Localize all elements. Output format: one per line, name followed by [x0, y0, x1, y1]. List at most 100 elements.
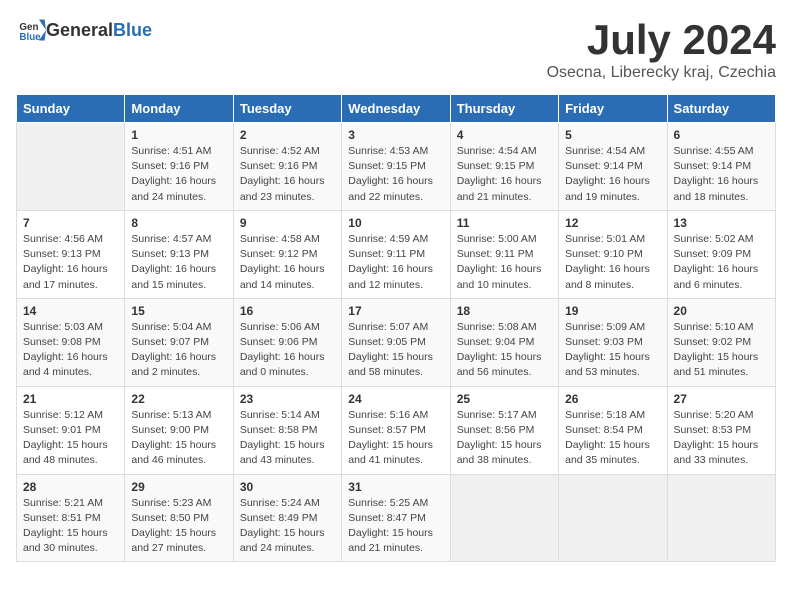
day-number: 27 [674, 392, 769, 406]
calendar-week-row: 7Sunrise: 4:56 AM Sunset: 9:13 PM Daylig… [17, 210, 776, 298]
day-number: 9 [240, 216, 335, 230]
calendar-cell: 31 Sunrise: 5:25 AM Sunset: 8:47 PM Dayli… [342, 474, 450, 562]
page-header: Gen Blue General Blue July 2024 Osecna, L… [16, 16, 776, 90]
day-info: Sunrise: 5:12 AM Sunset: 9:01 PM Dayligh… [23, 408, 118, 469]
day-number: 26 [565, 392, 660, 406]
weekday-header-wednesday: Wednesday [342, 95, 450, 123]
day-number: 24 [348, 392, 443, 406]
calendar-cell: 17 Sunrise: 5:07 AM Sunset: 9:05 PM Dayli… [342, 298, 450, 386]
day-number: 4 [457, 128, 552, 142]
day-info: Sunrise: 5:17 AM Sunset: 8:56 PM Dayligh… [457, 408, 552, 469]
logo-general-text: General [46, 20, 113, 40]
day-number: 17 [348, 304, 443, 318]
weekday-header-sunday: Sunday [17, 95, 125, 123]
calendar-cell [667, 474, 775, 562]
day-number: 22 [131, 392, 226, 406]
calendar-cell: 3Sunrise: 4:53 AM Sunset: 9:15 PM Daylig… [342, 123, 450, 211]
day-info: Sunrise: 4:54 AM Sunset: 9:14 PM Dayligh… [565, 144, 660, 205]
calendar-cell: 23 Sunrise: 5:14 AM Sunset: 8:58 PM Dayli… [233, 386, 341, 474]
day-info: Sunrise: 5:14 AM Sunset: 8:58 PM Dayligh… [240, 408, 335, 469]
day-info: Sunrise: 5:25 AM Sunset: 8:47 PM Dayligh… [348, 496, 443, 557]
calendar-cell: 13 Sunrise: 5:02 AM Sunset: 9:09 PM Dayli… [667, 210, 775, 298]
day-number: 8 [131, 216, 226, 230]
day-info: Sunrise: 4:54 AM Sunset: 9:15 PM Dayligh… [457, 144, 552, 205]
calendar-cell: 24 Sunrise: 5:16 AM Sunset: 8:57 PM Dayli… [342, 386, 450, 474]
day-number: 29 [131, 480, 226, 494]
logo-icon: Gen Blue [18, 16, 46, 44]
calendar-cell [559, 474, 667, 562]
day-number: 15 [131, 304, 226, 318]
day-number: 1 [131, 128, 226, 142]
calendar-cell: 4 Sunrise: 4:54 AM Sunset: 9:15 PM Daylig… [450, 123, 558, 211]
calendar-cell: 21 Sunrise: 5:12 AM Sunset: 9:01 PM Dayli… [17, 386, 125, 474]
calendar-cell: 6 Sunrise: 4:55 AM Sunset: 9:14 PM Daylig… [667, 123, 775, 211]
calendar-cell: 7Sunrise: 4:56 AM Sunset: 9:13 PM Daylig… [17, 210, 125, 298]
day-info: Sunrise: 5:23 AM Sunset: 8:50 PM Dayligh… [131, 496, 226, 557]
weekday-header-monday: Monday [125, 95, 233, 123]
calendar-cell [17, 123, 125, 211]
day-number: 2 [240, 128, 335, 142]
day-number: 19 [565, 304, 660, 318]
day-number: 21 [23, 392, 118, 406]
calendar-cell: 20 Sunrise: 5:10 AM Sunset: 9:02 PM Dayli… [667, 298, 775, 386]
day-number: 23 [240, 392, 335, 406]
calendar-cell: 25 Sunrise: 5:17 AM Sunset: 8:56 PM Dayli… [450, 386, 558, 474]
day-number: 31 [348, 480, 443, 494]
calendar-table: SundayMondayTuesdayWednesdayThursdayFrid… [16, 94, 776, 562]
day-info: Sunrise: 5:21 AM Sunset: 8:51 PM Dayligh… [23, 496, 118, 557]
day-number: 6 [674, 128, 769, 142]
day-info: Sunrise: 4:55 AM Sunset: 9:14 PM Dayligh… [674, 144, 769, 205]
day-info: Sunrise: 4:57 AM Sunset: 9:13 PM Dayligh… [131, 232, 226, 293]
day-number: 20 [674, 304, 769, 318]
day-info: Sunrise: 4:52 AM Sunset: 9:16 PM Dayligh… [240, 144, 335, 205]
day-number: 13 [674, 216, 769, 230]
day-info: Sunrise: 5:03 AM Sunset: 9:08 PM Dayligh… [23, 320, 118, 381]
day-info: Sunrise: 4:56 AM Sunset: 9:13 PM Dayligh… [23, 232, 118, 293]
day-number: 16 [240, 304, 335, 318]
day-info: Sunrise: 5:00 AM Sunset: 9:11 PM Dayligh… [457, 232, 552, 293]
day-info: Sunrise: 5:24 AM Sunset: 8:49 PM Dayligh… [240, 496, 335, 557]
calendar-cell: 27 Sunrise: 5:20 AM Sunset: 8:53 PM Dayli… [667, 386, 775, 474]
day-info: Sunrise: 5:01 AM Sunset: 9:10 PM Dayligh… [565, 232, 660, 293]
calendar-cell: 8 Sunrise: 4:57 AM Sunset: 9:13 PM Daylig… [125, 210, 233, 298]
calendar-cell: 10 Sunrise: 4:59 AM Sunset: 9:11 PM Dayli… [342, 210, 450, 298]
day-info: Sunrise: 5:07 AM Sunset: 9:05 PM Dayligh… [348, 320, 443, 381]
calendar-cell: 9Sunrise: 4:58 AM Sunset: 9:12 PM Daylig… [233, 210, 341, 298]
calendar-cell: 12 Sunrise: 5:01 AM Sunset: 9:10 PM Dayli… [559, 210, 667, 298]
day-info: Sunrise: 5:09 AM Sunset: 9:03 PM Dayligh… [565, 320, 660, 381]
svg-text:Blue: Blue [19, 32, 41, 43]
day-info: Sunrise: 5:20 AM Sunset: 8:53 PM Dayligh… [674, 408, 769, 469]
weekday-header-row: SundayMondayTuesdayWednesdayThursdayFrid… [17, 95, 776, 123]
calendar-cell: 15Sunrise: 5:04 AM Sunset: 9:07 PM Dayli… [125, 298, 233, 386]
day-number: 10 [348, 216, 443, 230]
calendar-week-row: 28 Sunrise: 5:21 AM Sunset: 8:51 PM Dayli… [17, 474, 776, 562]
calendar-week-row: 14 Sunrise: 5:03 AM Sunset: 9:08 PM Dayli… [17, 298, 776, 386]
day-info: Sunrise: 5:08 AM Sunset: 9:04 PM Dayligh… [457, 320, 552, 381]
day-info: Sunrise: 5:10 AM Sunset: 9:02 PM Dayligh… [674, 320, 769, 381]
day-info: Sunrise: 4:59 AM Sunset: 9:11 PM Dayligh… [348, 232, 443, 293]
weekday-header-friday: Friday [559, 95, 667, 123]
day-info: Sunrise: 5:02 AM Sunset: 9:09 PM Dayligh… [674, 232, 769, 293]
day-number: 25 [457, 392, 552, 406]
day-number: 12 [565, 216, 660, 230]
calendar-cell: 19 Sunrise: 5:09 AM Sunset: 9:03 PM Dayli… [559, 298, 667, 386]
calendar-cell: 22 Sunrise: 5:13 AM Sunset: 9:00 PM Dayli… [125, 386, 233, 474]
calendar-cell: 18 Sunrise: 5:08 AM Sunset: 9:04 PM Dayli… [450, 298, 558, 386]
calendar-cell: 14 Sunrise: 5:03 AM Sunset: 9:08 PM Dayli… [17, 298, 125, 386]
day-info: Sunrise: 5:13 AM Sunset: 9:00 PM Dayligh… [131, 408, 226, 469]
calendar-cell: 1Sunrise: 4:51 AM Sunset: 9:16 PM Daylig… [125, 123, 233, 211]
day-number: 18 [457, 304, 552, 318]
calendar-week-row: 21 Sunrise: 5:12 AM Sunset: 9:01 PM Dayli… [17, 386, 776, 474]
title-block: July 2024 Osecna, Liberecky kraj, Czechi… [547, 16, 776, 90]
calendar-cell: 2 Sunrise: 4:52 AM Sunset: 9:16 PM Daylig… [233, 123, 341, 211]
day-info: Sunrise: 5:16 AM Sunset: 8:57 PM Dayligh… [348, 408, 443, 469]
weekday-header-tuesday: Tuesday [233, 95, 341, 123]
day-info: Sunrise: 5:06 AM Sunset: 9:06 PM Dayligh… [240, 320, 335, 381]
day-number: 14 [23, 304, 118, 318]
month-year-title: July 2024 [547, 16, 776, 64]
day-info: Sunrise: 4:53 AM Sunset: 9:15 PM Dayligh… [348, 144, 443, 205]
day-number: 5 [565, 128, 660, 142]
location-subtitle: Osecna, Liberecky kraj, Czechia [547, 64, 776, 82]
day-number: 28 [23, 480, 118, 494]
calendar-cell: 29 Sunrise: 5:23 AM Sunset: 8:50 PM Dayli… [125, 474, 233, 562]
